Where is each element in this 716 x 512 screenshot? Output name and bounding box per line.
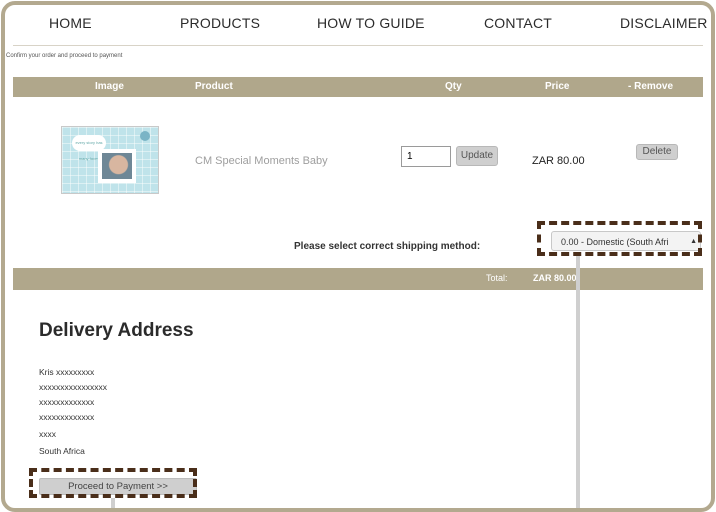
address-line: xxxxxxxxxxxxxxxx	[39, 382, 107, 392]
baby-photo	[98, 149, 136, 183]
shipping-method-select[interactable]: 0.00 - Domestic (South Afri ▲	[551, 231, 701, 251]
header-qty: Qty	[445, 81, 462, 92]
breadcrumb: Confirm your order and proceed to paymen…	[6, 53, 123, 59]
address-line: South Africa	[39, 446, 85, 456]
total-value: ZAR 80.00	[533, 273, 577, 283]
header-price: Price	[545, 81, 570, 92]
update-button[interactable]: Update	[456, 146, 498, 166]
header-remove: - Remove	[628, 81, 674, 92]
nav-disclaimer[interactable]: DISCLAIMER	[620, 15, 708, 31]
header-image: Image	[95, 81, 124, 92]
nav-home[interactable]: HOME	[49, 15, 92, 31]
callout-line-shipping	[576, 256, 580, 508]
delivery-address-title: Delivery Address	[39, 320, 194, 341]
header-product: Product	[195, 81, 233, 92]
nav-divider	[13, 45, 703, 46]
page-frame: HOME PRODUCTS HOW TO GUIDE CONTACT DISCL…	[1, 1, 715, 512]
shipping-method-label: Please select correct shipping method:	[294, 241, 481, 252]
address-line: Kris xxxxxxxxx	[39, 367, 95, 377]
product-name[interactable]: CM Special Moments Baby	[195, 155, 328, 167]
quantity-input[interactable]	[401, 146, 451, 167]
address-line: xxxx	[39, 429, 56, 439]
callout-line-proceed	[111, 498, 115, 508]
shipping-selected-value: 0.00 - Domestic (South Afri	[561, 237, 669, 247]
item-price: ZAR 80.00	[532, 155, 585, 167]
total-bar: Total: ZAR 80.00	[13, 268, 703, 290]
delete-button[interactable]: Delete	[636, 144, 678, 160]
total-label: Total:	[486, 273, 508, 283]
select-arrows-icon: ▲	[690, 238, 697, 245]
decoration-dot	[140, 131, 150, 141]
cart-table-header: Image Product Qty Price - Remove	[13, 77, 703, 97]
nav-how-to-guide[interactable]: HOW TO GUIDE	[317, 15, 425, 31]
nav-products[interactable]: PRODUCTS	[180, 15, 260, 31]
top-nav: HOME PRODUCTS HOW TO GUIDE CONTACT DISCL…	[5, 5, 711, 43]
address-line: xxxxxxxxxxxxx	[39, 412, 95, 422]
address-line: xxxxxxxxxxxxx	[39, 397, 95, 407]
nav-contact[interactable]: CONTACT	[484, 15, 552, 31]
product-thumbnail[interactable]: every story has many faces	[61, 126, 159, 194]
proceed-to-payment-button[interactable]: Proceed to Payment >>	[39, 478, 197, 495]
